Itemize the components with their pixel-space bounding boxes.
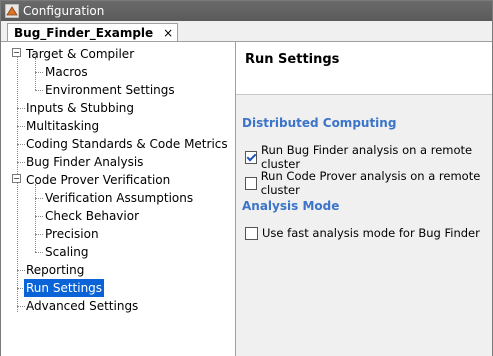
tree-item-precision[interactable]: Precision	[43, 225, 101, 243]
title-bar: Configuration	[1, 1, 492, 21]
tree-item-scaling[interactable]: Scaling	[43, 243, 90, 261]
matlab-gear-icon	[5, 4, 19, 18]
tree-item-reporting[interactable]: Reporting	[24, 261, 86, 279]
option-run-bug-finder-remote[interactable]: Run Bug Finder analysis on a remote clus…	[245, 143, 492, 171]
tree-item-code-prover-verification[interactable]: Code Prover Verification	[24, 171, 172, 189]
tree-item-coding-standards[interactable]: Coding Standards & Code Metrics	[24, 135, 230, 153]
tree-line	[17, 57, 18, 312]
close-icon[interactable]: ×	[163, 26, 173, 40]
window-title: Configuration	[23, 4, 105, 18]
tree-line	[35, 198, 43, 199]
panel-header: Run Settings	[236, 42, 492, 95]
tree-item-verification-assumptions[interactable]: Verification Assumptions	[43, 189, 195, 207]
tree-line	[35, 234, 43, 235]
tree-line	[35, 216, 43, 217]
tab-bug-finder-example[interactable]: Bug_Finder_Example ×	[7, 23, 179, 41]
option-run-code-prover-remote[interactable]: Run Code Prover analysis on a remote clu…	[245, 169, 492, 197]
tree-line	[35, 184, 36, 252]
tree-item-target-compiler[interactable]: Target & Compiler	[24, 45, 136, 63]
option-label: Use fast analysis mode for Bug Finder	[262, 226, 480, 240]
tab-strip: Bug_Finder_Example ×	[1, 21, 492, 41]
collapse-icon[interactable]: −	[12, 174, 21, 183]
configuration-window: Configuration Bug_Finder_Example × − Tar…	[0, 0, 493, 356]
tree-item-advanced-settings[interactable]: Advanced Settings	[24, 297, 140, 315]
option-label: Run Bug Finder analysis on a remote clus…	[261, 143, 473, 171]
settings-tree: − Target & Compiler Macros Environment S…	[1, 42, 236, 356]
tree-line	[35, 252, 43, 253]
checkbox-unchecked[interactable]	[245, 226, 258, 240]
tree-item-run-settings[interactable]: Run Settings	[24, 279, 105, 297]
option-fast-analysis-mode[interactable]: Use fast analysis mode for Bug Finder	[245, 226, 480, 240]
checkbox-checked[interactable]	[245, 150, 257, 164]
tree-item-bug-finder-analysis[interactable]: Bug Finder Analysis	[24, 153, 145, 171]
tree-item-environment-settings[interactable]: Environment Settings	[43, 81, 177, 99]
tab-label: Bug_Finder_Example	[14, 25, 154, 40]
settings-panel: Run Settings Distributed Computing Run B…	[236, 42, 492, 356]
tree-item-check-behavior[interactable]: Check Behavior	[43, 207, 141, 225]
tree-item-macros[interactable]: Macros	[43, 63, 90, 81]
tree-item-inputs-stubbing[interactable]: Inputs & Stubbing	[24, 99, 136, 117]
tree-item-multitasking[interactable]: Multitasking	[24, 117, 101, 135]
tree-line	[35, 90, 43, 91]
section-title-analysis-mode: Analysis Mode	[242, 199, 340, 213]
tree-line	[35, 72, 43, 73]
checkbox-unchecked[interactable]	[245, 176, 257, 190]
option-label: Run Code Prover analysis on a remote clu…	[260, 169, 481, 197]
main-content: − Target & Compiler Macros Environment S…	[1, 41, 492, 356]
section-title-distributed-computing: Distributed Computing	[242, 116, 397, 130]
collapse-icon[interactable]: −	[12, 48, 21, 57]
page-title: Run Settings	[245, 52, 340, 67]
